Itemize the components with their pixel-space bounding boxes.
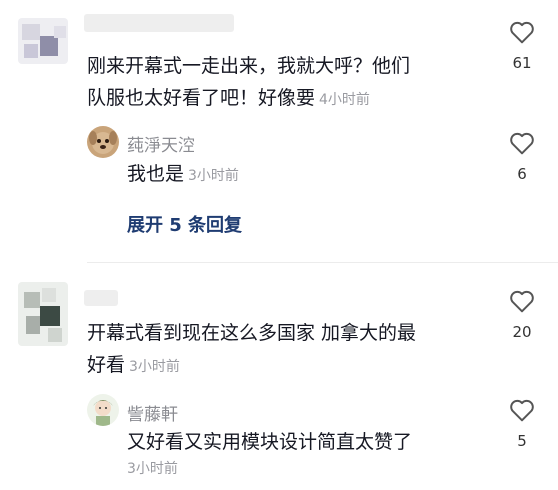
reply-username[interactable]: 訾藤軒 — [127, 400, 178, 425]
reply-avatar[interactable] — [87, 126, 119, 158]
like-count: 6 — [517, 165, 527, 183]
username-blurred[interactable] — [84, 14, 234, 32]
like-count: 20 — [512, 323, 532, 341]
heart-icon — [510, 132, 534, 155]
comment-text: 刚来开幕式一走出来，我就大呼？他们 队服也太好看了吧！好像要 4小时前 — [87, 50, 477, 116]
timestamp: 3小时前 — [127, 461, 178, 477]
comment-text: 开幕式看到现在这么多国家 加拿大的最 好看 3小时前 — [87, 317, 487, 383]
timestamp: 3小时前 — [129, 359, 180, 375]
comment-line: 好看 3小时前 — [87, 349, 487, 383]
comment-item[interactable]: 开幕式看到现在这么多国家 加拿大的最 好看 3小时前 20 訾藤軒 又好看又实用模… — [0, 264, 558, 490]
comment-line: 开幕式看到现在这么多国家 加拿大的最 — [87, 322, 417, 344]
timestamp: 4小时前 — [319, 92, 370, 108]
timestamp: 3小时前 — [188, 168, 239, 184]
avatar-image — [18, 18, 68, 64]
reply-text: 我也是 3小时前 — [127, 158, 239, 192]
divider — [87, 262, 558, 263]
comment-line-text: 好看 — [87, 354, 126, 376]
like-count: 61 — [512, 54, 532, 72]
heart-icon — [510, 399, 534, 422]
reply-text-content: 我也是 — [127, 163, 185, 185]
like-button[interactable]: 6 — [502, 131, 542, 183]
heart-icon — [510, 290, 534, 313]
comment-item[interactable]: 刚来开幕式一走出来，我就大呼？他们 队服也太好看了吧！好像要 4小时前 61 莼淨… — [0, 0, 558, 255]
avatar[interactable] — [18, 18, 68, 64]
like-button[interactable]: 61 — [502, 20, 542, 72]
comment-line: 刚来开幕式一走出来，我就大呼？他们 — [87, 55, 411, 77]
reply-text: 又好看又实用模块设计简直太赞了 3小时前 — [127, 426, 487, 480]
expand-replies-button[interactable]: 展开 5 条回复 — [127, 211, 242, 237]
like-button[interactable]: 5 — [502, 398, 542, 450]
reply-username[interactable]: 莼淨天涳 — [127, 131, 195, 156]
reply-avatar[interactable] — [87, 394, 119, 426]
like-button[interactable]: 20 — [502, 289, 542, 341]
avatar[interactable] — [18, 282, 68, 346]
dog-avatar-image — [87, 126, 119, 158]
comment-line-text: 队服也太好看了吧！好像要 — [87, 87, 316, 109]
like-count: 5 — [517, 432, 527, 450]
avatar-image — [18, 282, 68, 346]
comment-line: 队服也太好看了吧！好像要 4小时前 — [87, 82, 477, 116]
illustrated-avatar-image — [87, 394, 119, 426]
reply-text-content: 又好看又实用模块设计简直太赞了 — [127, 431, 413, 453]
username-blurred[interactable] — [84, 290, 118, 306]
heart-icon — [510, 21, 534, 44]
